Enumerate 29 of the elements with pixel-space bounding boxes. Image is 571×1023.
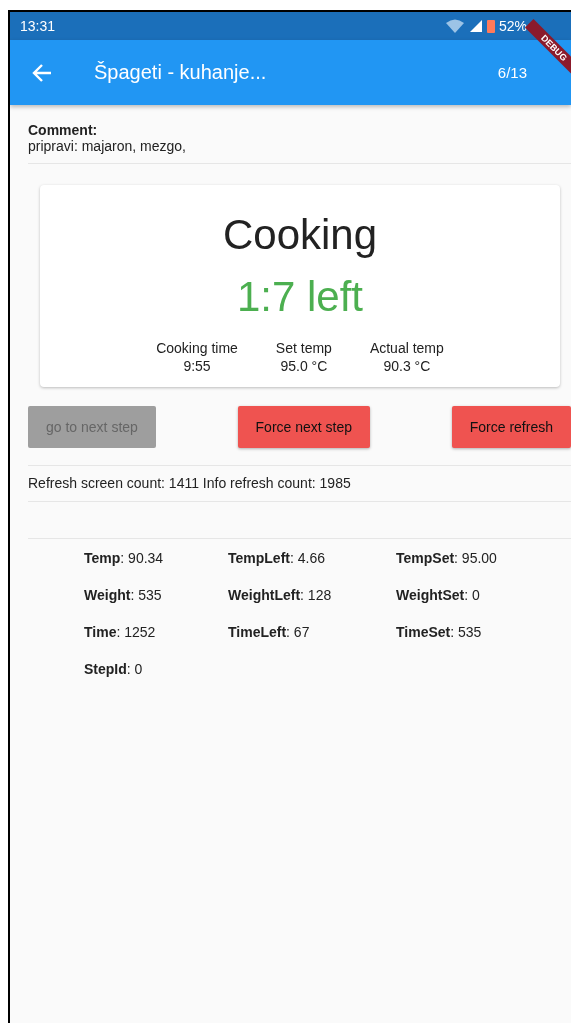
action-button[interactable]: Force refresh (451, 406, 571, 448)
stat-value: 9:55 (183, 357, 211, 375)
comment-text: pripravi: majaron, mezgo, (28, 138, 187, 154)
step-counter: 6/13 (497, 64, 527, 81)
status-time: 13:31 (20, 18, 56, 34)
sensor-field: TempLeft: 4.66 (228, 549, 325, 568)
sensor-field: Time: 1252 (84, 623, 156, 642)
time-remaining: 1:7 left (235, 273, 365, 321)
sensor-field: TempSet: 95.00 (396, 549, 497, 568)
stat-value: 95.0 °C (280, 357, 328, 375)
refresh-counts: Refresh screen count: 1411 Info refresh count: 1985 (28, 465, 571, 502)
back-arrow-icon[interactable] (32, 63, 52, 82)
status-title: Cooking (221, 211, 379, 259)
stat-label: Set temp (275, 339, 332, 357)
stat-label: Cooking time (156, 339, 238, 357)
comment-label: Comment: (28, 122, 99, 138)
sensor-field: WeightLeft: 128 (228, 586, 332, 605)
sensor-field: Weight: 535 (84, 586, 162, 605)
sensor-field: Temp: 90.34 (84, 549, 164, 568)
screen-title: Špageti - kuhanje... (94, 61, 268, 84)
sensor-field: TimeLeft: 67 (228, 623, 310, 642)
sensor-field: TimeSet: 535 (396, 623, 482, 642)
sensor-field: StepId: 0 (84, 660, 143, 679)
action-button[interactable]: Force next step (237, 406, 371, 448)
battery-icon (486, 19, 495, 33)
sensor-field: WeightSet: 0 (396, 586, 480, 605)
battery-percent: 52% (498, 18, 527, 34)
stat-value: 90.3 °C (383, 357, 431, 375)
stat-label: Actual temp (369, 339, 444, 357)
